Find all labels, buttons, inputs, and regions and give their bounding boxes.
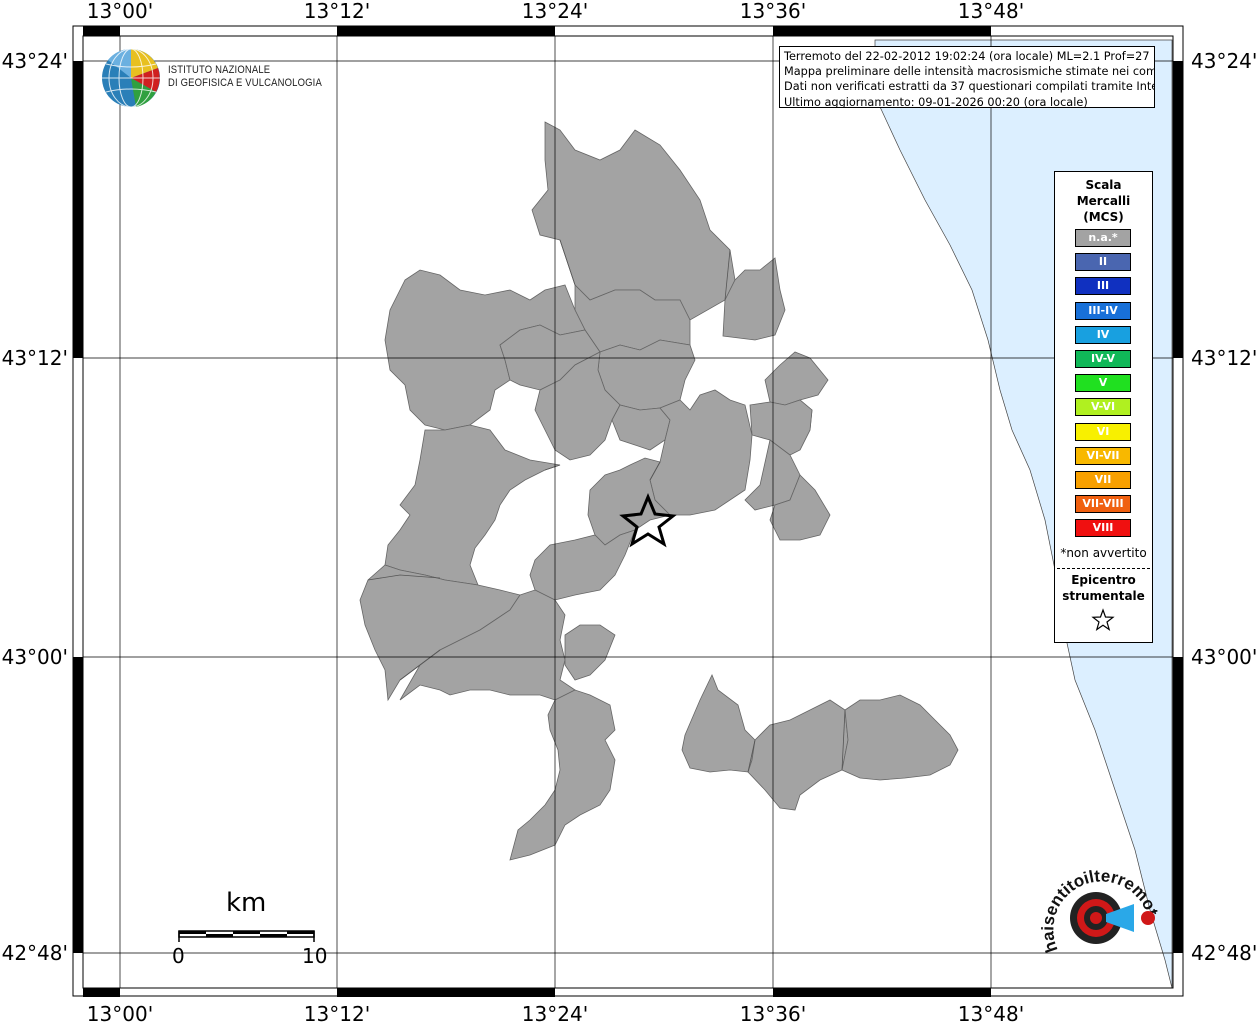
legend-swatch: VI-VII (1075, 446, 1131, 465)
legend-note: *non avvertito (1060, 546, 1147, 560)
scale-max: 10 (302, 944, 328, 968)
ingv-logo: ISTITUTO NAZIONALE DI GEOFISICA E VULCAN… (100, 46, 330, 110)
ingv-name: ISTITUTO NAZIONALE DI GEOFISICA E VULCAN… (168, 64, 322, 90)
event-info-line: Dati non verificati estratti da 37 quest… (784, 80, 1155, 94)
lon-label: 13°48' (958, 0, 1024, 23)
legend-swatch: III (1075, 277, 1131, 296)
legend-swatch: VII-VIII (1075, 495, 1131, 514)
lon-label: 13°12' (304, 1002, 370, 1024)
ingv-name-line2: DI GEOFISICA E VULCANOLOGIA (168, 77, 322, 89)
event-info-line: Terremoto del 22-02-2012 19:02:24 (ora l… (784, 50, 1155, 63)
lon-label: 13°36' (740, 1002, 806, 1024)
legend-swatch: V (1075, 374, 1131, 393)
legend-swatch: IV (1075, 325, 1131, 344)
lon-label: 13°24' (522, 0, 588, 23)
haisentito-logo: haisentitoilterremoto.it (1038, 858, 1162, 955)
event-info-line: Ultimo aggiornamento: 09-01-2026 00:20 (… (784, 95, 1088, 108)
legend-title: Scala Mercalli (MCS) (1055, 177, 1152, 225)
legend-epicentre-line: strumentale (1062, 589, 1145, 603)
legend-swatch: III-IV (1075, 301, 1131, 320)
lon-label: 13°36' (740, 0, 806, 23)
scale-unit: km (226, 888, 267, 918)
lat-labels-left: 43°24' 43°12' 43°00' 42°48' (2, 49, 68, 965)
lon-labels-bottom: 13°00' 13°12' 13°24' 13°36' 13°48' (87, 1002, 1024, 1024)
lat-labels-right: 43°24' 43°12' 43°00' 42°48' (1191, 49, 1256, 965)
legend-swatch: V-VI (1075, 398, 1131, 417)
legend-divider (1057, 568, 1150, 569)
lat-label: 43°00' (2, 645, 68, 669)
legend-swatch: VI (1075, 422, 1131, 441)
lon-label: 13°00' (87, 1002, 153, 1024)
lon-labels-top: 13°00' 13°12' 13°24' 13°36' 13°48' (87, 0, 1024, 23)
legend-title-line: (MCS) (1083, 210, 1124, 224)
lon-label: 13°12' (304, 0, 370, 23)
lat-label: 42°48' (1191, 941, 1256, 965)
legend-swatch: VII (1075, 471, 1131, 489)
legend-title-line: Mercalli (1076, 194, 1131, 208)
legend-swatch: n.a.* (1075, 229, 1131, 247)
lat-label: 42°48' (2, 941, 68, 965)
lat-label: 43°00' (1191, 645, 1256, 669)
lat-label: 43°12' (2, 346, 68, 370)
legend-swatch: II (1075, 253, 1131, 272)
ingv-name-line1: ISTITUTO NAZIONALE (168, 64, 271, 76)
globe-icon (102, 48, 160, 108)
lat-label: 43°24' (1191, 49, 1256, 73)
legend-swatch: IV-V (1075, 350, 1131, 368)
mcs-legend: Scala Mercalli (MCS) n.a.* II III III-IV IV I… (1054, 171, 1153, 643)
lat-label: 43°12' (1191, 346, 1256, 370)
legend-epicentre-line: Epicentro (1071, 573, 1136, 587)
legend-swatch: VIII (1075, 519, 1131, 538)
lon-label: 13°24' (522, 1002, 588, 1024)
legend-title-line: Scala (1085, 178, 1122, 192)
event-info-line: Mappa preliminare delle intensità macros… (784, 65, 1155, 79)
lat-label: 43°24' (2, 49, 68, 73)
scale-min: 0 (172, 944, 185, 968)
star-icon (1091, 608, 1115, 631)
legend-epicentre-label: Epicentro strumentale (1055, 572, 1152, 604)
event-info-box: Terremoto del 22-02-2012 19:02:24 (ora l… (779, 46, 1155, 108)
lon-label: 13°00' (87, 0, 153, 23)
lon-label: 13°48' (958, 1002, 1024, 1024)
